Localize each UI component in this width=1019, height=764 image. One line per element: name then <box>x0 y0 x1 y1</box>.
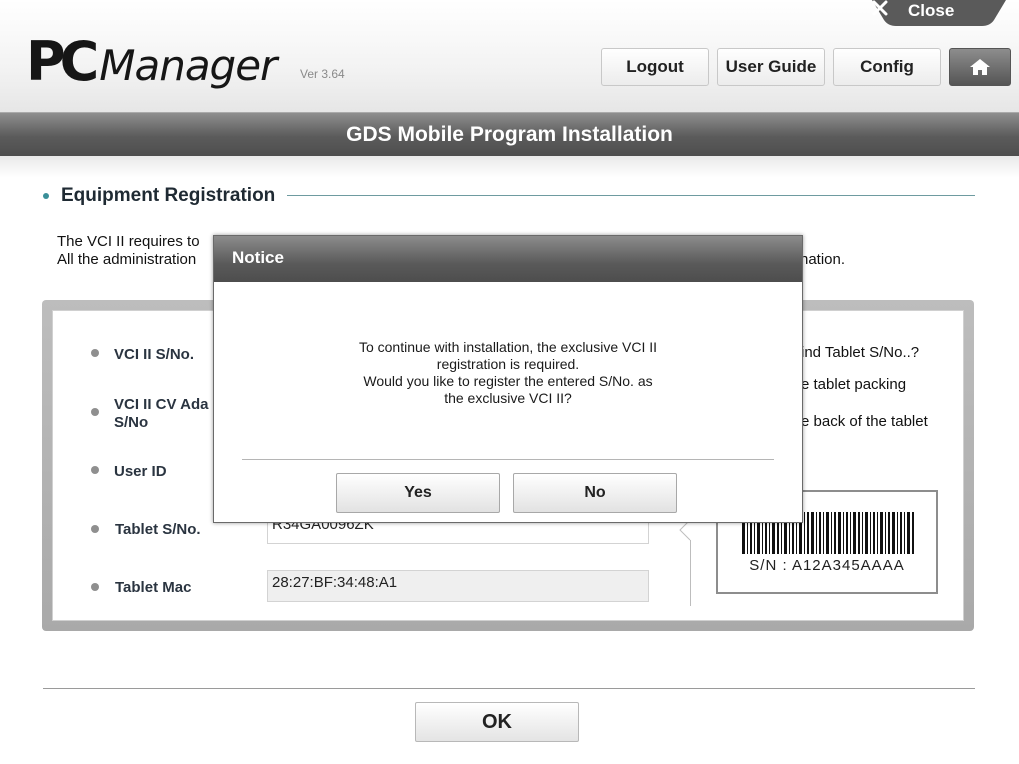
close-button[interactable]: Close <box>872 0 1006 26</box>
vci-cv-adapter-sn-label: VCI II CV Ada S/No <box>114 396 208 432</box>
help-divider <box>690 540 691 606</box>
tablet-mac-label: Tablet Mac <box>115 579 192 596</box>
user-guide-button[interactable]: User Guide <box>717 48 825 86</box>
tablet-sn-label: Tablet S/No. <box>115 521 201 538</box>
intro-text-line1: The VCI II requires to <box>57 233 200 250</box>
config-button[interactable]: Config <box>833 48 941 86</box>
field-bullet <box>91 466 99 474</box>
notice-message-line4: the exclusive VCI II? <box>444 390 572 406</box>
close-icon <box>872 0 888 16</box>
home-icon <box>970 59 990 75</box>
notice-dialog: Notice To continue with installation, th… <box>213 235 803 523</box>
field-bullet <box>91 349 99 357</box>
notice-message-line1: To continue with installation, the exclu… <box>358 339 658 355</box>
vci-sn-label: VCI II S/No. <box>114 346 195 363</box>
notice-dialog-title: Notice <box>232 248 284 267</box>
help-text-packing: e tablet packing <box>801 376 907 393</box>
section-bullet <box>43 193 49 199</box>
no-button[interactable]: No <box>513 473 677 513</box>
ok-button[interactable]: OK <box>415 702 579 742</box>
pc-manager-logo: PC Manager <box>26 30 277 93</box>
tablet-mac-field: 28:27:BF:34:48:A1 <box>267 570 649 602</box>
page-title-bar: GDS Mobile Program Installation <box>0 112 1019 156</box>
logo-manager-text: Manager <box>99 41 277 90</box>
callout-pointer <box>679 520 691 541</box>
section-title: Equipment Registration <box>61 185 276 206</box>
find-tablet-sn-link[interactable]: ind Tablet S/No..? <box>801 344 919 361</box>
close-label: Close <box>908 1 955 20</box>
logo-pc-text: PC <box>26 30 99 93</box>
notice-dialog-message: To continue with installation, the exclu… <box>214 339 802 407</box>
app-header: PC Manager Ver 3.64 Close Logout User Gu… <box>0 0 1019 112</box>
section-divider <box>287 195 975 196</box>
help-text-back: e back of the tablet <box>801 413 928 430</box>
home-button[interactable] <box>949 48 1011 86</box>
field-bullet <box>91 408 99 416</box>
notice-message-line3: Would you like to register the entered S… <box>363 373 653 389</box>
notice-dialog-divider <box>242 459 774 460</box>
logout-button[interactable]: Logout <box>601 48 709 86</box>
notice-message-line2: registration is required. <box>436 356 580 372</box>
user-id-label: User ID <box>114 463 167 480</box>
field-bullet <box>91 583 99 591</box>
field-bullet <box>91 525 99 533</box>
notice-dialog-header: Notice <box>214 236 802 282</box>
vci-cv-adapter-label-line1: VCI II CV Ada <box>114 396 209 413</box>
barcode-sn-text: S/N : A12A345AAAA <box>749 557 905 574</box>
page-title: GDS Mobile Program Installation <box>346 123 673 146</box>
yes-button[interactable]: Yes <box>336 473 500 513</box>
intro-text-tail: nation. <box>800 251 846 268</box>
vci-cv-adapter-label-line2: S/No <box>114 414 149 431</box>
intro-text-line2: All the administration <box>57 251 197 268</box>
version-label: Ver 3.64 <box>300 67 345 81</box>
footer-divider <box>43 688 975 689</box>
